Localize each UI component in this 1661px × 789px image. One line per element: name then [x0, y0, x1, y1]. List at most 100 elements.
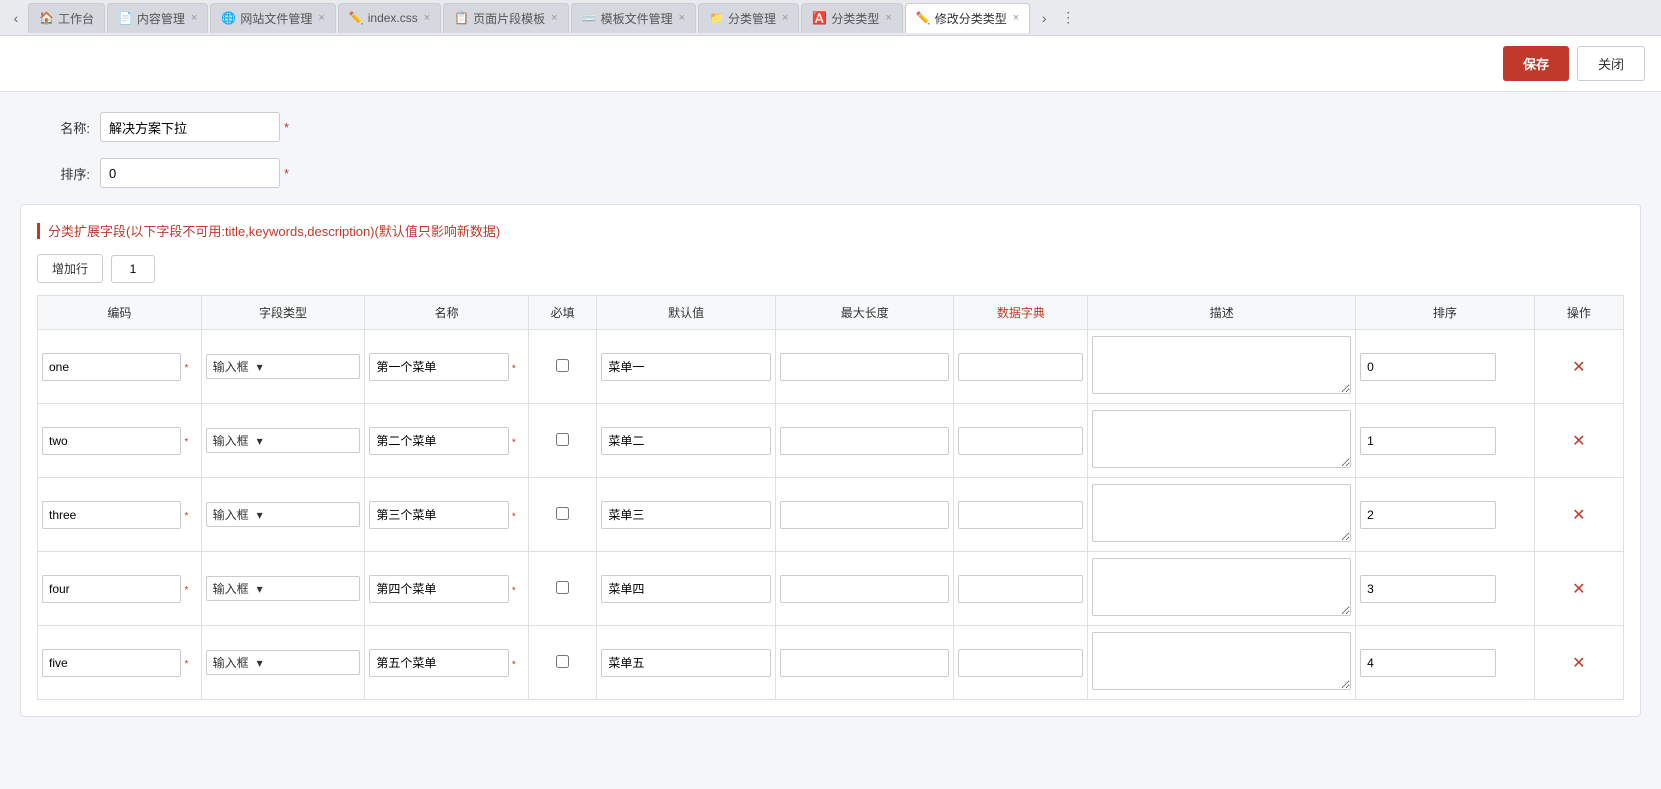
code-input-3[interactable]	[42, 575, 181, 603]
tab-tpl-file-close[interactable]: ×	[679, 12, 685, 24]
td-desc-3	[1088, 552, 1356, 626]
name-input-2[interactable]	[369, 501, 508, 529]
td-default-1	[597, 404, 776, 478]
delete-button-2[interactable]: ✕	[1539, 505, 1619, 525]
code-required-3: *	[185, 585, 189, 596]
tab-workbench[interactable]: 🏠 工作台	[28, 3, 105, 33]
tab-more-btn[interactable]: ⋮	[1056, 6, 1080, 30]
dict-input-0[interactable]	[958, 353, 1083, 381]
close-button[interactable]: 关闭	[1577, 46, 1645, 81]
tab-cat-mgr-label: 分类管理	[728, 10, 776, 27]
required-checkbox-0[interactable]	[556, 359, 569, 372]
default-input-0[interactable]	[601, 353, 771, 381]
delete-button-0[interactable]: ✕	[1539, 357, 1619, 377]
dict-input-3[interactable]	[958, 575, 1083, 603]
data-table: 编码 字段类型 名称 必填 默认值 最大长度 数据字典 描述 排序 操作 *	[37, 295, 1624, 700]
code-input-2[interactable]	[42, 501, 181, 529]
tab-content-close[interactable]: ×	[191, 12, 197, 24]
default-input-4[interactable]	[601, 649, 771, 677]
tab-cat-mgr-close[interactable]: ×	[782, 12, 788, 24]
sort-input-2[interactable]	[1360, 501, 1496, 529]
code-input-0[interactable]	[42, 353, 181, 381]
desc-textarea-3[interactable]	[1092, 558, 1351, 616]
maxlen-input-1[interactable]	[780, 427, 950, 455]
dict-input-1[interactable]	[958, 427, 1083, 455]
name-input-3[interactable]	[369, 575, 508, 603]
tab-content[interactable]: 📄 内容管理 ×	[107, 3, 208, 33]
desc-textarea-1[interactable]	[1092, 410, 1351, 468]
delete-button-1[interactable]: ✕	[1539, 431, 1619, 451]
td-name-2: *	[365, 478, 529, 552]
code-input-4[interactable]	[42, 649, 181, 677]
tab-index-css-close[interactable]: ×	[424, 12, 430, 24]
td-dict-3	[954, 552, 1088, 626]
tab-file-mgr[interactable]: 🌐 网站文件管理 ×	[210, 3, 335, 33]
tab-cat-type-close[interactable]: ×	[885, 12, 891, 24]
td-sort-0	[1356, 330, 1535, 404]
default-input-2[interactable]	[601, 501, 771, 529]
td-req-1	[528, 404, 596, 478]
name-required-3: *	[512, 585, 516, 596]
save-button[interactable]: 保存	[1503, 46, 1569, 81]
desc-textarea-0[interactable]	[1092, 336, 1351, 394]
tab-page-seg-close[interactable]: ×	[551, 12, 557, 24]
required-checkbox-4[interactable]	[556, 655, 569, 668]
td-op-4: ✕	[1534, 626, 1623, 700]
desc-textarea-4[interactable]	[1092, 632, 1351, 690]
code-input-1[interactable]	[42, 427, 181, 455]
maxlen-input-2[interactable]	[780, 501, 950, 529]
maxlen-input-3[interactable]	[780, 575, 950, 603]
add-row-button[interactable]: 增加行	[37, 254, 103, 283]
chevron-down-icon: ▾	[257, 582, 263, 596]
sort-input-1[interactable]	[1360, 427, 1496, 455]
tab-next-btn[interactable]: ›	[1032, 6, 1056, 30]
default-input-1[interactable]	[601, 427, 771, 455]
type-text-3: 输入框	[213, 580, 249, 597]
type-select-0[interactable]: 输入框 ▾	[206, 354, 361, 379]
delete-button-4[interactable]: ✕	[1539, 653, 1619, 673]
td-default-3	[597, 552, 776, 626]
name-input-1[interactable]	[369, 427, 508, 455]
type-select-1[interactable]: 输入框 ▾	[206, 428, 361, 453]
th-type: 字段类型	[201, 296, 365, 330]
tab-edit-cat[interactable]: ✏️ 修改分类类型 ×	[905, 3, 1030, 33]
tab-page-seg[interactable]: 📋 页面片段模板 ×	[443, 3, 568, 33]
section-title-text: 分类扩展字段(以下字段不可用:title,keywords,descriptio…	[48, 221, 500, 240]
td-req-2	[528, 478, 596, 552]
sort-input-3[interactable]	[1360, 575, 1496, 603]
desc-textarea-2[interactable]	[1092, 484, 1351, 542]
row-count-input[interactable]	[111, 255, 155, 283]
sort-input-0[interactable]	[1360, 353, 1496, 381]
tab-cat-type[interactable]: 🅰️ 分类类型 ×	[801, 3, 902, 33]
default-input-3[interactable]	[601, 575, 771, 603]
maxlen-input-4[interactable]	[780, 649, 950, 677]
name-input-0[interactable]	[369, 353, 508, 381]
tab-file-mgr-close[interactable]: ×	[318, 12, 324, 24]
maxlen-input-0[interactable]	[780, 353, 950, 381]
th-default: 默认值	[597, 296, 776, 330]
tab-tpl-file[interactable]: ⌨️ 模板文件管理 ×	[571, 3, 696, 33]
tab-tpl-file-label: 模板文件管理	[601, 10, 673, 27]
name-input[interactable]	[100, 112, 280, 142]
required-checkbox-1[interactable]	[556, 433, 569, 446]
code-required-4: *	[185, 659, 189, 670]
th-sort: 排序	[1356, 296, 1535, 330]
delete-button-3[interactable]: ✕	[1539, 579, 1619, 599]
required-checkbox-2[interactable]	[556, 507, 569, 520]
tab-prev-btn[interactable]: ‹	[4, 6, 28, 30]
section-box: 分类扩展字段(以下字段不可用:title,keywords,descriptio…	[20, 204, 1641, 717]
required-checkbox-3[interactable]	[556, 581, 569, 594]
tab-index-css[interactable]: ✏️ index.css ×	[338, 3, 441, 33]
sort-input[interactable]	[100, 158, 280, 188]
tab-edit-cat-close[interactable]: ×	[1013, 12, 1019, 24]
name-input-4[interactable]	[369, 649, 508, 677]
add-row-controls: 增加行	[37, 254, 1624, 283]
dict-input-4[interactable]	[958, 649, 1083, 677]
type-select-4[interactable]: 输入框 ▾	[206, 650, 361, 675]
sort-input-4[interactable]	[1360, 649, 1496, 677]
td-maxlen-3	[775, 552, 954, 626]
type-select-2[interactable]: 输入框 ▾	[206, 502, 361, 527]
dict-input-2[interactable]	[958, 501, 1083, 529]
tab-cat-mgr[interactable]: 📁 分类管理 ×	[698, 3, 799, 33]
type-select-3[interactable]: 输入框 ▾	[206, 576, 361, 601]
